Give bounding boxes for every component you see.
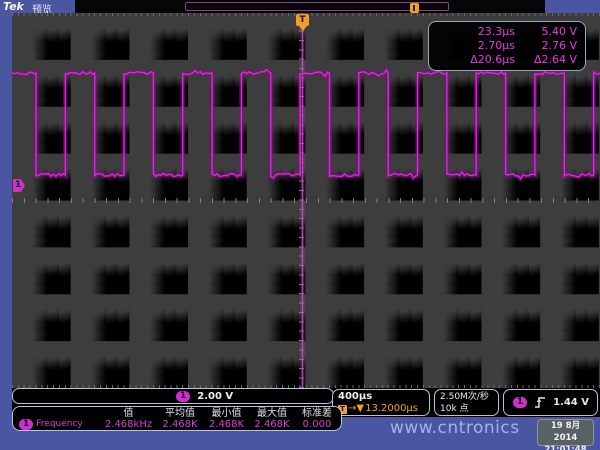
datetime-box: 19 8月 2014 21:01:48 bbox=[537, 419, 594, 446]
delay-arrows-icon: →▼ bbox=[348, 403, 364, 415]
horizontal-delay-row: T →▼ 13.2000µs bbox=[338, 403, 424, 415]
horizontal-delay-value: 13.2000µs bbox=[365, 403, 418, 415]
trigger-level-box[interactable]: 1 1.44 V bbox=[503, 389, 598, 416]
display-area: T 1 23.3µs 5.40 V 2.70µs 2.76 V Δ20.6µs … bbox=[12, 13, 600, 417]
trigger-source-badge: 1 bbox=[513, 397, 527, 408]
record-length-value: 10k 点 bbox=[440, 403, 493, 415]
measurement-header-blank bbox=[15, 408, 101, 419]
horizontal-scale-box[interactable]: 400µs T →▼ 13.2000µs bbox=[332, 389, 430, 416]
cursor-row-delta: Δ20.6µs Δ2.64 V bbox=[437, 53, 577, 67]
measurement-min: 2.468K bbox=[204, 419, 249, 430]
cursor-b-time: 2.70µs bbox=[437, 39, 515, 53]
cursor-row-b: 2.70µs 2.76 V bbox=[437, 39, 577, 53]
measurement-header-min: 最小值 bbox=[204, 408, 249, 419]
cursor-row-a: 23.3µs 5.40 V bbox=[437, 25, 577, 39]
measurement-row[interactable]: 1 Frequency 2.468kHz 2.468K 2.468K 2.468… bbox=[15, 419, 341, 430]
sample-rate-value: 2.50M次/秒 bbox=[440, 391, 493, 403]
measurement-name-cell: 1 Frequency bbox=[15, 419, 101, 430]
cursor-readout-box: 23.3µs 5.40 V 2.70µs 2.76 V Δ20.6µs Δ2.6… bbox=[428, 21, 586, 71]
measurement-mean: 2.468K bbox=[156, 419, 204, 430]
measurement-header-max: 最大值 bbox=[249, 408, 295, 419]
measurement-name: Frequency bbox=[36, 419, 83, 430]
date-value: 19 8月 2014 bbox=[538, 420, 593, 444]
measurement-value: 2.468kHz bbox=[101, 419, 156, 430]
brand-logo: Tek bbox=[3, 0, 24, 13]
record-window-bar[interactable] bbox=[185, 2, 449, 11]
cursor-delta-time: Δ20.6µs bbox=[437, 53, 515, 67]
cursor-a-time: 23.3µs bbox=[437, 25, 515, 39]
measurement-stddev: 0.000 bbox=[295, 419, 339, 430]
cursor-a-volt: 5.40 V bbox=[515, 25, 577, 39]
measurement-header-stddev: 标准差 bbox=[295, 408, 339, 419]
measurement-channel-badge: 1 bbox=[19, 419, 33, 430]
channel-scale-box[interactable]: 1 2.00 V bbox=[12, 388, 334, 404]
measurement-header-mean: 平均值 bbox=[156, 408, 204, 419]
horizontal-scale-value: 400µs bbox=[338, 391, 424, 403]
trigger-flag-icon[interactable]: T bbox=[296, 14, 309, 26]
cursor-b-volt: 2.76 V bbox=[515, 39, 577, 53]
trigger-position-marker-icon[interactable] bbox=[410, 3, 419, 13]
cursor-delta-volt: Δ2.64 V bbox=[515, 53, 577, 67]
measurement-table: 值 平均值 最小值 最大值 标准差 1 Frequency 2.468kHz 2… bbox=[12, 406, 342, 431]
watermark: www.cntronics bbox=[390, 418, 520, 438]
oscilloscope-screen: Tek 预览 T 1 23.3µs 5.40 V 2.70µs 2.76 V bbox=[0, 0, 600, 450]
measurement-header-value: 值 bbox=[101, 408, 156, 419]
acquisition-box[interactable]: 2.50M次/秒 10k 点 bbox=[434, 389, 499, 416]
measurement-max: 2.468K bbox=[249, 419, 295, 430]
trigger-level-value: 1.44 V bbox=[553, 397, 589, 408]
rising-edge-icon bbox=[534, 396, 546, 409]
record-view-strip bbox=[75, 0, 545, 13]
time-value: 21:01:48 bbox=[538, 444, 593, 450]
channel1-scale-value: 2.00 V bbox=[197, 391, 233, 402]
measurement-header-row: 值 平均值 最小值 最大值 标准差 bbox=[15, 408, 341, 419]
top-status-bar: Tek 预览 bbox=[0, 0, 600, 13]
channel1-badge: 1 bbox=[176, 391, 190, 402]
